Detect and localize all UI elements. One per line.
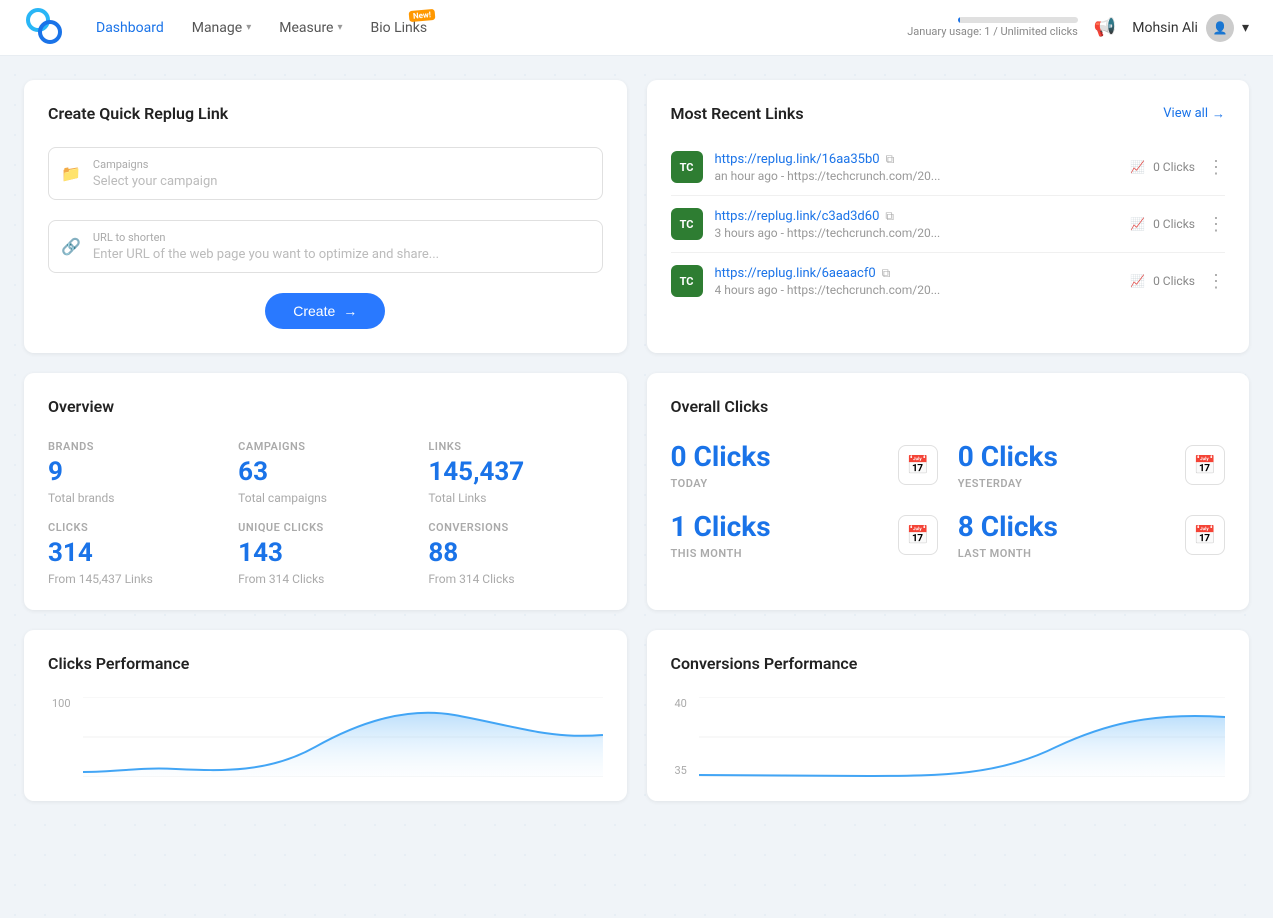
link-item: TC https://replug.link/c3ad3d60 ⧉ 3 hour… [671,196,1226,253]
chart-y-label: 35 [675,764,687,777]
usage-bar [958,17,1078,23]
calendar-icon: 📅 [898,515,938,555]
clicks-grid: 0 Clicks TODAY 📅 0 Clicks YESTERDAY 📅 1 … [671,440,1226,560]
link-favicon: TC [671,208,703,240]
folder-icon: 📁 [61,164,81,183]
create-button[interactable]: Create → [265,293,385,329]
overall-clicks-card: Overall Clicks 0 Clicks TODAY 📅 0 Clicks… [647,373,1250,610]
chevron-down-icon: ▾ [1242,20,1249,36]
chart-y-label: 100 [52,697,71,710]
clicks-today: 0 Clicks TODAY 📅 [671,440,938,490]
usage-text: January usage: 1 / Unlimited clicks [907,25,1078,38]
link-favicon: TC [671,265,703,297]
chart-icon: 📈 [1130,217,1145,231]
create-link-card: Create Quick Replug Link 📁 Campaigns Sel… [24,80,627,353]
overview-links: LINKS 145,437 Total Links [428,440,602,505]
view-all-link[interactable]: View all → [1163,106,1225,122]
new-badge: New! [409,8,436,21]
clicks-yesterday: 0 Clicks YESTERDAY 📅 [958,440,1225,490]
logo[interactable] [24,6,64,50]
more-options-icon[interactable]: ⋮ [1207,157,1225,178]
calendar-icon: 📅 [1185,445,1225,485]
nav-dashboard[interactable]: Dashboard [96,20,164,36]
main-content: Create Quick Replug Link 📁 Campaigns Sel… [0,56,1273,825]
user-menu[interactable]: Mohsin Ali 👤 ▾ [1132,14,1249,42]
links-list: TC https://replug.link/16aa35b0 ⧉ an hou… [671,139,1226,309]
navbar-right: January usage: 1 / Unlimited clicks 📢 Mo… [907,14,1249,42]
overview-conversions: CONVERSIONS 88 From 314 Clicks [428,521,602,586]
arrow-right-icon: → [1212,106,1225,122]
clicks-performance-title: Clicks Performance [48,654,603,673]
overall-clicks-title: Overall Clicks [671,397,1226,416]
overview-grid: BRANDS 9 Total brands CAMPAIGNS 63 Total… [48,440,603,586]
overview-brands: BRANDS 9 Total brands [48,440,222,505]
link-url[interactable]: https://replug.link/6aeaacf0 ⧉ [715,266,1119,281]
chart-y-label: 40 [675,697,687,710]
link-stats: 📈 0 Clicks [1130,217,1195,231]
clicks-performance-card: Clicks Performance 100 [24,630,627,801]
arrow-right-icon: → [343,303,357,319]
overview-clicks: CLICKS 314 From 145,437 Links [48,521,222,586]
nav-biolinks[interactable]: Bio Links New! [371,20,428,36]
notification-icon[interactable]: 📢 [1094,17,1116,38]
copy-icon[interactable]: ⧉ [882,266,891,281]
chart-icon: 📈 [1130,160,1145,174]
more-options-icon[interactable]: ⋮ [1207,271,1225,292]
link-stats: 📈 0 Clicks [1130,274,1195,288]
campaign-label: Campaigns [93,158,590,171]
url-input-group[interactable]: 🔗 URL to shorten Enter URL of the web pa… [48,220,603,273]
overview-title: Overview [48,397,603,416]
conversions-performance-card: Conversions Performance 40 35 [647,630,1250,801]
clicks-chart [83,697,603,777]
recent-links-title: Most Recent Links [671,104,804,123]
nav-measure[interactable]: Measure ▾ [279,20,342,36]
copy-icon[interactable]: ⧉ [885,209,894,224]
chart-icon: 📈 [1130,274,1145,288]
overview-unique-clicks: UNIQUE CLICKS 143 From 314 Clicks [238,521,412,586]
link-item: TC https://replug.link/6aeaacf0 ⧉ 4 hour… [671,253,1226,309]
avatar: 👤 [1206,14,1234,42]
conversions-chart [699,697,1225,777]
link-meta: 4 hours ago - https://techcrunch.com/20.… [715,283,1119,297]
recent-links-card: Most Recent Links View all → TC https://… [647,80,1250,353]
link-favicon: TC [671,151,703,183]
usage-info: January usage: 1 / Unlimited clicks [907,17,1078,38]
campaign-selector[interactable]: 📁 Campaigns Select your campaign [48,147,603,200]
url-label: URL to shorten [93,231,590,244]
calendar-icon: 📅 [1185,515,1225,555]
create-link-title: Create Quick Replug Link [48,104,603,123]
chevron-down-icon: ▾ [246,22,251,33]
link-url[interactable]: https://replug.link/c3ad3d60 ⧉ [715,209,1119,224]
conversions-performance-title: Conversions Performance [671,654,1226,673]
link-item: TC https://replug.link/16aa35b0 ⧉ an hou… [671,139,1226,196]
nav-manage[interactable]: Manage ▾ [192,20,252,36]
recent-links-header: Most Recent Links View all → [671,104,1226,123]
usage-bar-fill [958,17,960,23]
link-meta: 3 hours ago - https://techcrunch.com/20.… [715,226,1119,240]
nav-menu: Dashboard Manage ▾ Measure ▾ Bio Links N… [96,20,907,36]
link-stats: 📈 0 Clicks [1130,160,1195,174]
clicks-last-month: 8 Clicks LAST MONTH 📅 [958,510,1225,560]
campaign-placeholder: Select your campaign [93,174,218,189]
calendar-icon: 📅 [898,445,938,485]
clicks-this-month: 1 Clicks THIS MONTH 📅 [671,510,938,560]
more-options-icon[interactable]: ⋮ [1207,214,1225,235]
chevron-down-icon: ▾ [337,22,342,33]
link-url[interactable]: https://replug.link/16aa35b0 ⧉ [715,152,1119,167]
copy-icon[interactable]: ⧉ [886,152,895,167]
overview-campaigns: CAMPAIGNS 63 Total campaigns [238,440,412,505]
navbar: Dashboard Manage ▾ Measure ▾ Bio Links N… [0,0,1273,56]
overview-card: Overview BRANDS 9 Total brands CAMPAIGNS… [24,373,627,610]
link-icon: 🔗 [61,237,81,256]
user-name: Mohsin Ali [1132,20,1198,36]
link-meta: an hour ago - https://techcrunch.com/20.… [715,169,1119,183]
url-placeholder: Enter URL of the web page you want to op… [93,247,439,262]
